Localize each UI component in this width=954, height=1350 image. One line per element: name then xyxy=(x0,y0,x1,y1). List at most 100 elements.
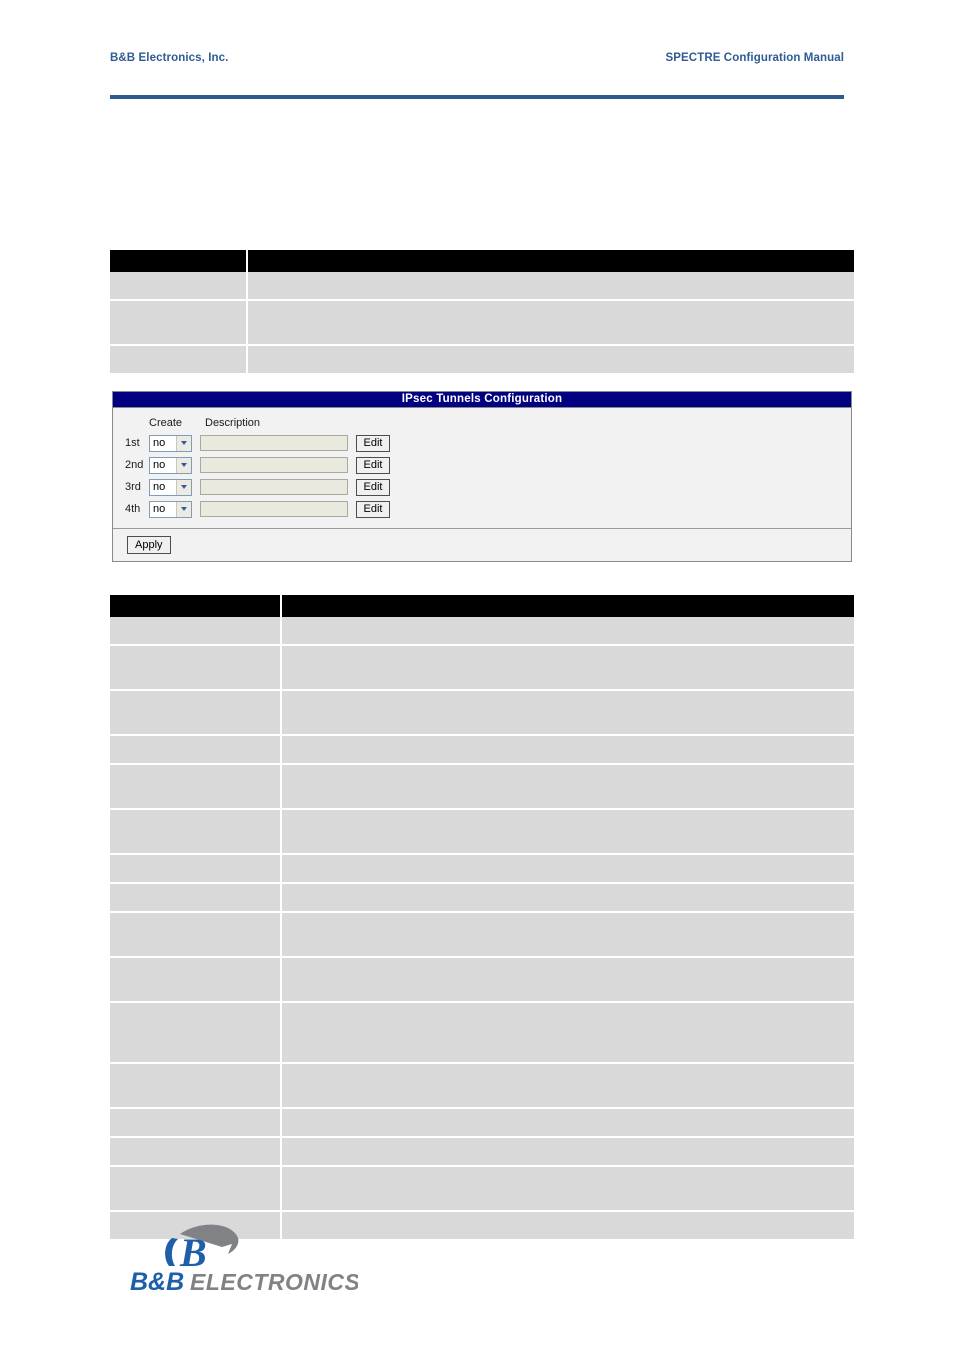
table-header-row xyxy=(110,250,854,272)
table-cell-description xyxy=(282,1109,854,1138)
description-input[interactable] xyxy=(200,457,348,473)
panel-form-area: Create Description 1st no Edit 2nd no Edit 3rd… xyxy=(113,408,851,529)
table-header-row xyxy=(110,595,854,617)
create-column-label: Create xyxy=(149,416,183,429)
create-select[interactable]: no xyxy=(149,500,192,518)
table-cell-description xyxy=(282,736,854,765)
header-divider-rule xyxy=(110,95,844,99)
header-company-name: B&B Electronics, Inc. xyxy=(110,52,229,64)
table-cell-description xyxy=(282,1064,854,1109)
tunnel-row: 4th no Edit xyxy=(125,498,851,520)
tunnel-ordinal-label: 3rd xyxy=(125,481,141,493)
edit-button[interactable]: Edit xyxy=(356,500,390,518)
table-header-cell-item xyxy=(110,595,282,617)
table-cell-item xyxy=(110,1138,282,1167)
description-input[interactable] xyxy=(200,501,348,517)
table-cell-description xyxy=(282,913,854,958)
chevron-down-icon[interactable] xyxy=(176,435,191,451)
table-row xyxy=(110,884,854,913)
create-select-value: no xyxy=(153,436,166,449)
table-header-cell-param xyxy=(110,250,248,272)
tunnel-row: 1st no Edit xyxy=(125,432,851,454)
table-cell-description xyxy=(282,765,854,810)
table-header-cell-desc xyxy=(248,250,854,272)
create-select-value: no xyxy=(153,502,166,515)
tunnel-ordinal-label: 2nd xyxy=(125,459,144,471)
create-select[interactable]: no xyxy=(149,434,192,452)
table-row xyxy=(110,855,854,884)
chevron-down-glyph xyxy=(181,441,187,445)
table-cell-item xyxy=(110,913,282,958)
apply-button[interactable]: Apply xyxy=(127,536,171,554)
table-row xyxy=(110,617,854,646)
table-cell-param xyxy=(110,272,248,301)
tunnel-row: 2nd no Edit xyxy=(125,454,851,476)
table-cell-description xyxy=(282,810,854,855)
table-row xyxy=(110,765,854,810)
table-cell-item xyxy=(110,1167,282,1212)
table-row xyxy=(110,1167,854,1212)
table-cell-item xyxy=(110,958,282,1003)
table-cell-description xyxy=(282,646,854,691)
description-input[interactable] xyxy=(200,479,348,495)
table-cell-param xyxy=(110,346,248,373)
header-manual-title: SPECTRE Configuration Manual xyxy=(665,52,844,64)
table-row xyxy=(110,646,854,691)
table-cell-item xyxy=(110,736,282,765)
edit-button[interactable]: Edit xyxy=(356,434,390,452)
table-cell-description xyxy=(282,1212,854,1239)
table-cell-item xyxy=(110,1003,282,1064)
table-cell-description xyxy=(248,301,854,346)
table-cell-description xyxy=(248,346,854,373)
create-select[interactable]: no xyxy=(149,456,192,474)
form-column-headers: Create Description xyxy=(125,415,851,430)
table-row xyxy=(110,1109,854,1138)
table-cell-item xyxy=(110,765,282,810)
description-input[interactable] xyxy=(200,435,348,451)
table-body xyxy=(110,272,854,373)
create-select-value: no xyxy=(153,480,166,493)
table-cell-param xyxy=(110,301,248,346)
table-cell-description xyxy=(282,691,854,736)
table-cell-description xyxy=(282,1138,854,1167)
table-cell-description xyxy=(282,855,854,884)
create-select-value: no xyxy=(153,458,166,471)
chevron-down-icon[interactable] xyxy=(176,479,191,495)
edit-button[interactable]: Edit xyxy=(356,456,390,474)
table-cell-item xyxy=(110,617,282,646)
chevron-down-glyph xyxy=(181,507,187,511)
table-header-cell-desc xyxy=(282,595,854,617)
tunnel-row: 3rd no Edit xyxy=(125,476,851,498)
table-row xyxy=(110,691,854,736)
table-cell-description xyxy=(282,1003,854,1064)
chevron-down-icon[interactable] xyxy=(176,457,191,473)
table-cell-description xyxy=(282,617,854,646)
table-cell-description xyxy=(282,1167,854,1212)
chevron-down-glyph xyxy=(181,485,187,489)
table-cell-description xyxy=(282,958,854,1003)
ipsec-tunnels-configuration-panel: IPsec Tunnels Configuration Create Descr… xyxy=(112,391,852,562)
logo-wordmark-bold: B&B xyxy=(130,1268,184,1294)
chevron-down-glyph xyxy=(181,463,187,467)
table-row xyxy=(110,1064,854,1109)
table-row xyxy=(110,301,854,346)
table-cell-item xyxy=(110,884,282,913)
panel-footer-area: Apply xyxy=(113,529,851,561)
table-cell-description xyxy=(282,884,854,913)
table-row xyxy=(110,810,854,855)
chevron-down-icon[interactable] xyxy=(176,501,191,517)
table-row xyxy=(110,1003,854,1064)
bb-electronics-logo: B B&B ELECTRONICS xyxy=(128,1218,358,1294)
tunnel-ordinal-label: 1st xyxy=(125,437,140,449)
table-row xyxy=(110,913,854,958)
create-select[interactable]: no xyxy=(149,478,192,496)
description-table-upper xyxy=(110,250,854,373)
table-cell-item xyxy=(110,1064,282,1109)
table-cell-item xyxy=(110,810,282,855)
logo-wordmark-light: ELECTRONICS xyxy=(190,1269,358,1294)
table-row xyxy=(110,958,854,1003)
table-row xyxy=(110,1138,854,1167)
panel-title-bar: IPsec Tunnels Configuration xyxy=(113,392,851,408)
edit-button[interactable]: Edit xyxy=(356,478,390,496)
table-row xyxy=(110,736,854,765)
